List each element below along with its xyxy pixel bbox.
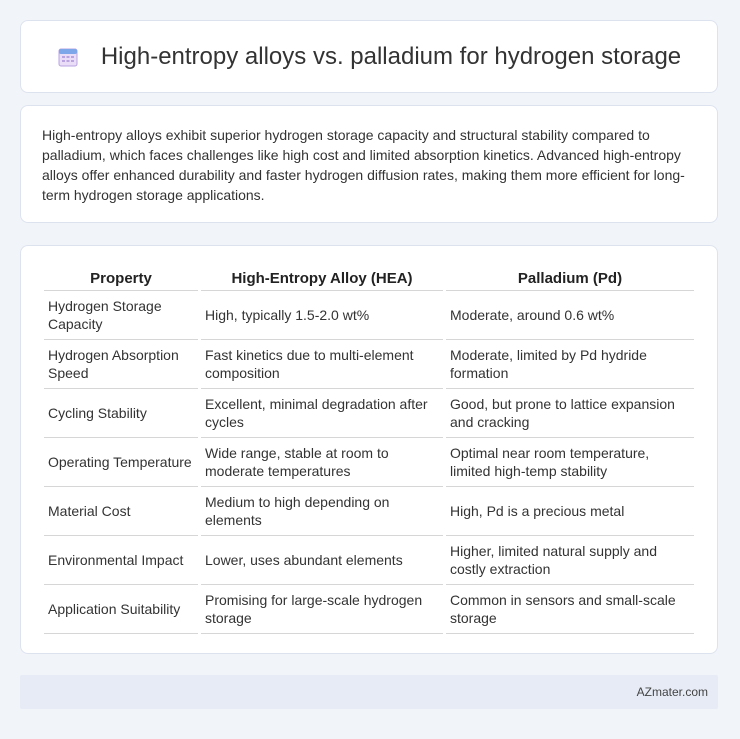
- hea-cell: High, typically 1.5-2.0 wt%: [201, 291, 443, 340]
- page-title: High-entropy alloys vs. palladium for hy…: [100, 42, 682, 70]
- table-row: Material Cost Medium to high depending o…: [44, 487, 694, 536]
- table-row: Operating Temperature Wide range, stable…: [44, 438, 694, 487]
- table-header-row: Property High-Entropy Alloy (HEA) Pallad…: [44, 264, 694, 291]
- footer-brand: AZmater.com: [636, 685, 708, 699]
- table-row: Application Suitability Promising for la…: [44, 585, 694, 634]
- comparison-table-card: Property High-Entropy Alloy (HEA) Pallad…: [20, 245, 718, 654]
- table-row: Hydrogen Absorption Speed Fast kinetics …: [44, 340, 694, 389]
- hea-cell: Lower, uses abundant elements: [201, 536, 443, 585]
- palladium-cell: Optimal near room temperature, limited h…: [446, 438, 694, 487]
- intro-card: High-entropy alloys exhibit superior hyd…: [20, 105, 718, 223]
- header-hea: High-Entropy Alloy (HEA): [201, 264, 443, 291]
- property-cell: Environmental Impact: [44, 536, 198, 585]
- table-row: Hydrogen Storage Capacity High, typicall…: [44, 291, 694, 340]
- property-cell: Hydrogen Absorption Speed: [44, 340, 198, 389]
- palladium-cell: Common in sensors and small-scale storag…: [446, 585, 694, 634]
- title-card: High-entropy alloys vs. palladium for hy…: [20, 20, 718, 93]
- hea-cell: Medium to high depending on elements: [201, 487, 443, 536]
- hea-cell: Fast kinetics due to multi-element compo…: [201, 340, 443, 389]
- palladium-cell: High, Pd is a precious metal: [446, 487, 694, 536]
- calendar-icon: [57, 46, 79, 68]
- palladium-cell: Moderate, around 0.6 wt%: [446, 291, 694, 340]
- palladium-cell: Higher, limited natural supply and costl…: [446, 536, 694, 585]
- hea-cell: Wide range, stable at room to moderate t…: [201, 438, 443, 487]
- comparison-table: Property High-Entropy Alloy (HEA) Pallad…: [41, 264, 697, 634]
- property-cell: Hydrogen Storage Capacity: [44, 291, 198, 340]
- property-cell: Application Suitability: [44, 585, 198, 634]
- hea-cell: Promising for large-scale hydrogen stora…: [201, 585, 443, 634]
- hea-cell: Excellent, minimal degradation after cyc…: [201, 389, 443, 438]
- property-cell: Cycling Stability: [44, 389, 198, 438]
- footer: AZmater.com: [20, 675, 718, 709]
- palladium-cell: Good, but prone to lattice expansion and…: [446, 389, 694, 438]
- table-row: Cycling Stability Excellent, minimal deg…: [44, 389, 694, 438]
- palladium-cell: Moderate, limited by Pd hydride formatio…: [446, 340, 694, 389]
- intro-text: High-entropy alloys exhibit superior hyd…: [42, 127, 685, 203]
- header-property: Property: [44, 264, 198, 291]
- header-palladium: Palladium (Pd): [446, 264, 694, 291]
- table-row: Environmental Impact Lower, uses abundan…: [44, 536, 694, 585]
- property-cell: Operating Temperature: [44, 438, 198, 487]
- property-cell: Material Cost: [44, 487, 198, 536]
